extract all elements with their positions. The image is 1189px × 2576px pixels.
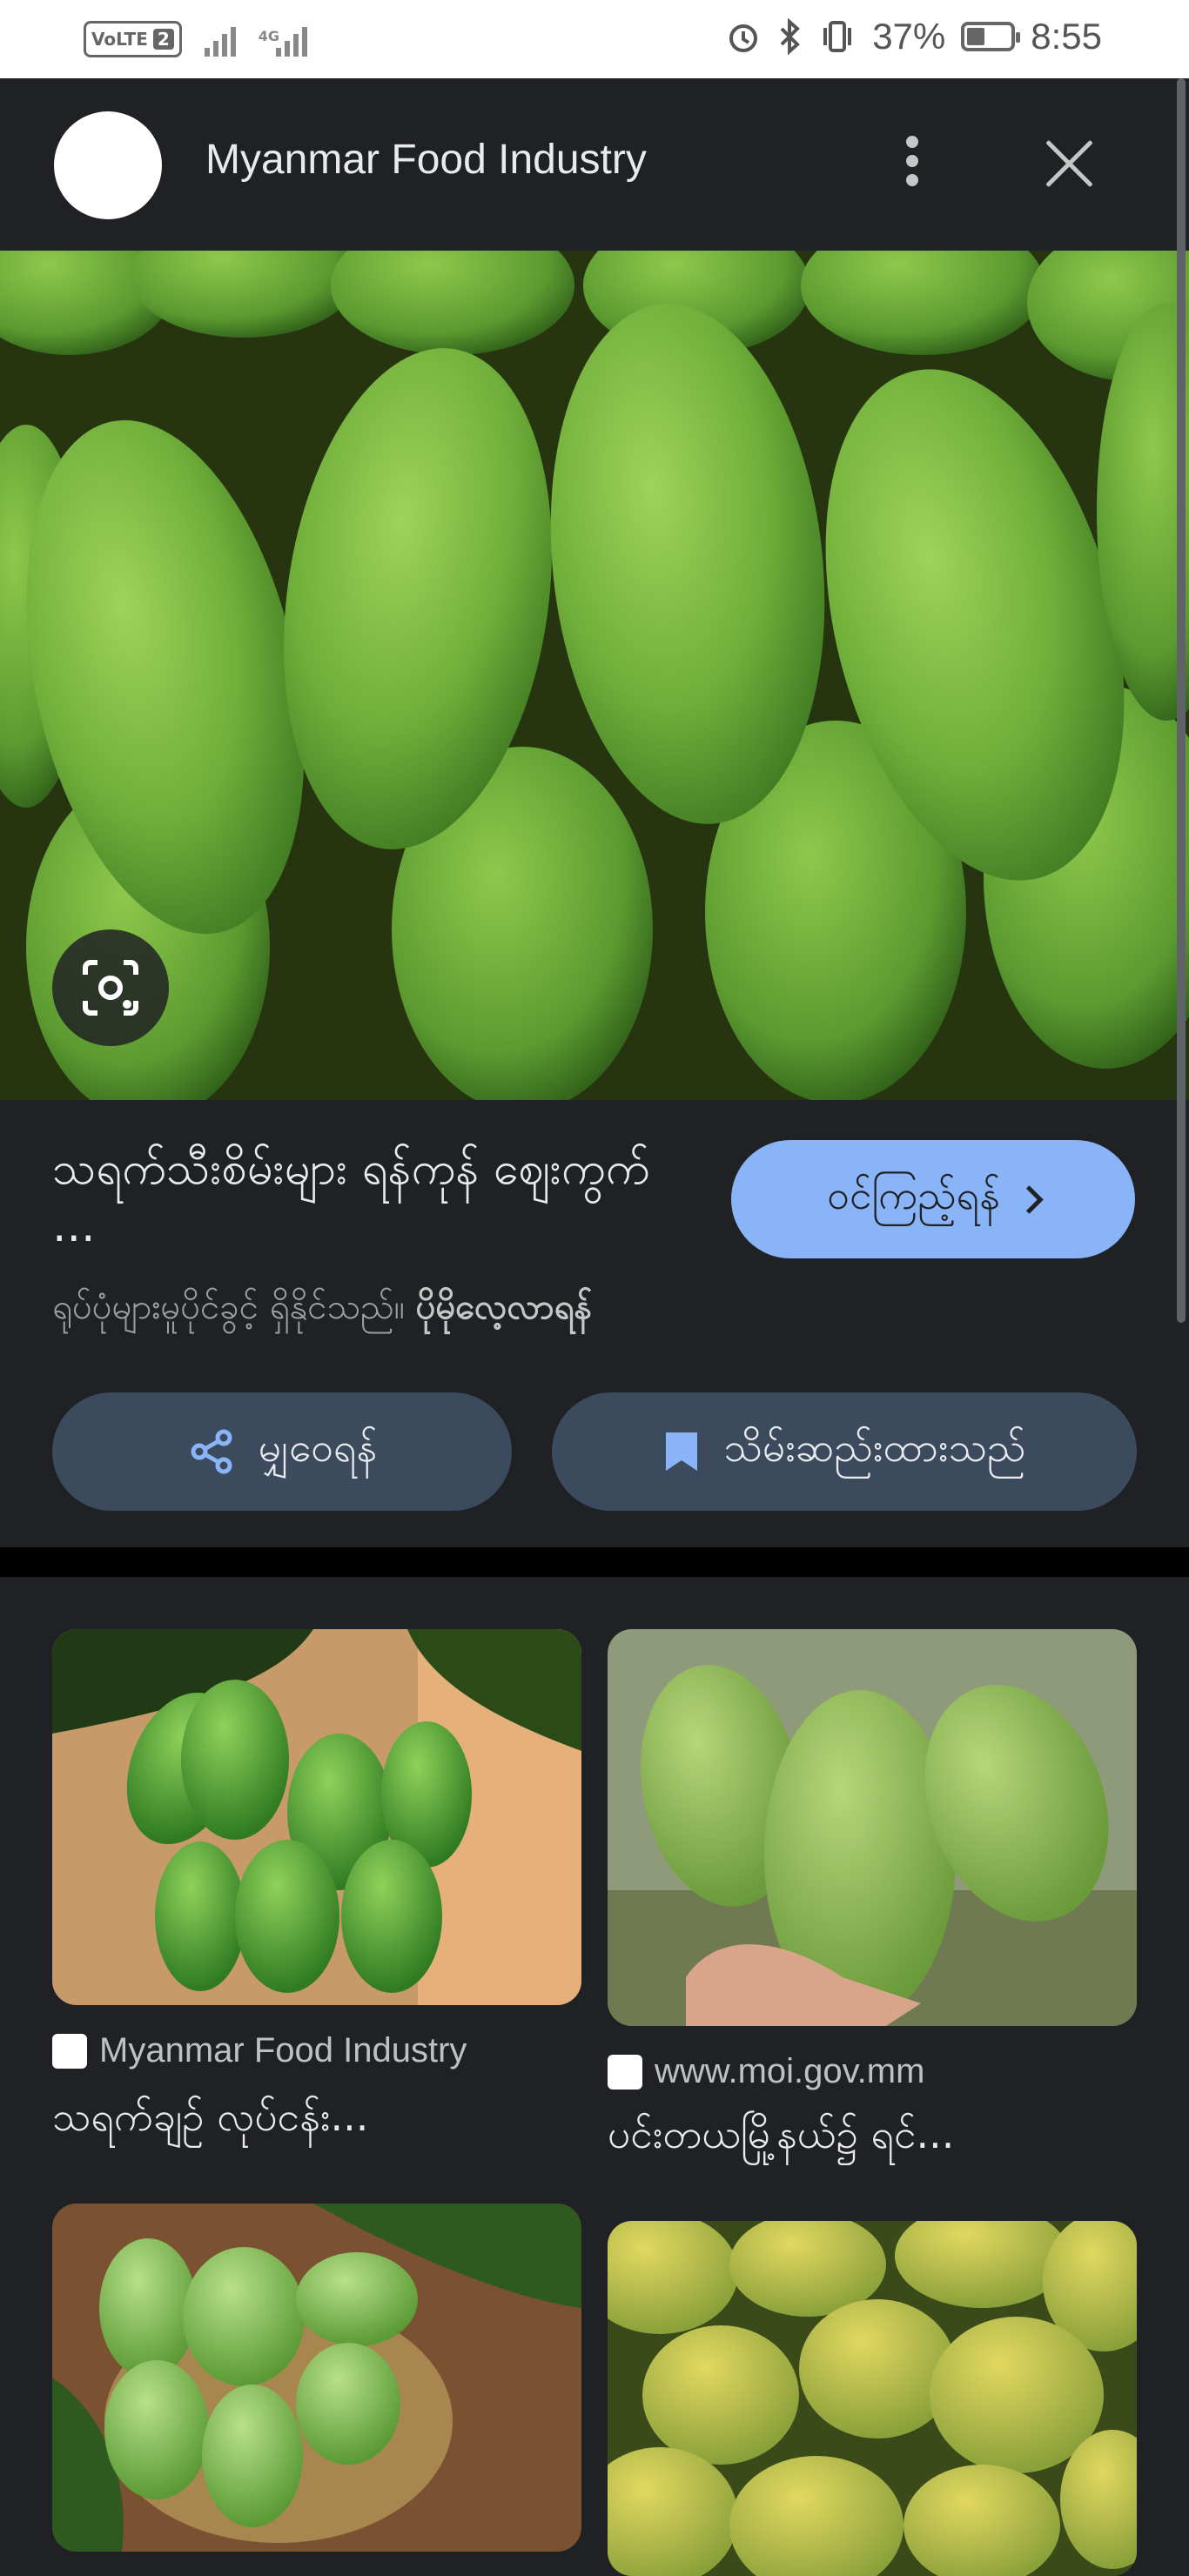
save-button[interactable]: သိမ်းဆည်းထားသည် <box>552 1392 1137 1511</box>
sim-number: 2 <box>152 29 174 50</box>
share-label: မျှဝေရန် <box>258 1423 378 1471</box>
volte-indicator: VoLTE 2 <box>84 21 182 57</box>
bluetooth-icon <box>780 18 801 55</box>
signal-icon-2 <box>276 22 308 57</box>
favicon-icon <box>52 2033 87 2069</box>
clock: 8:55 <box>1031 16 1102 57</box>
network-type: 4G <box>258 28 280 44</box>
battery-percent: 37% <box>872 16 946 57</box>
related-image-1[interactable] <box>52 1629 581 2005</box>
share-button[interactable]: မျှဝေရန် <box>52 1392 512 1511</box>
status-left: VoLTE 2 4G <box>84 21 308 57</box>
lens-icon[interactable] <box>52 929 169 1046</box>
related-source-2[interactable]: www.moi.gov.mm <box>608 2052 924 2091</box>
bookmark-icon <box>666 1432 698 1471</box>
related-image-4[interactable] <box>608 2221 1137 2576</box>
section-divider <box>0 1547 1189 1577</box>
chevron-right-icon <box>1015 1184 1044 1214</box>
copyright-text: ရုပ်ပုံများမူပိုင်ခွင့် ရှိနိုင်သည်။ <box>52 1287 405 1327</box>
visit-button[interactable]: ဝင်ကြည့်ရန် <box>731 1140 1135 1258</box>
source-name: www.moi.gov.mm <box>655 2052 925 2090</box>
favicon-icon <box>608 2054 642 2090</box>
visit-label: ဝင်ကြည့်ရန် <box>827 1171 1000 1218</box>
related-source-1[interactable]: Myanmar Food Industry <box>52 2031 467 2070</box>
related-caption-2[interactable]: ပင်းတယမြို့နယ်၌ ရင်... <box>608 2110 954 2168</box>
status-bar: VoLTE 2 4G 37% 8:55 <box>0 0 1189 78</box>
share-icon <box>191 1429 232 1474</box>
save-label: သိမ်းဆည်းထားသည် <box>723 1423 1026 1471</box>
learn-more-link[interactable]: ပိုမိုလေ့လာရန် <box>416 1287 593 1327</box>
related-image-3[interactable] <box>52 2204 581 2552</box>
close-icon[interactable] <box>1041 136 1097 191</box>
source-avatar[interactable] <box>54 111 162 219</box>
volte-label: VoLTE <box>91 29 148 50</box>
copyright-notice: ရုပ်ပုံများမူပိုင်ခွင့် ရှိနိုင်သည်။ ပို… <box>52 1285 592 1336</box>
source-name: Myanmar Food Industry <box>99 2031 467 2070</box>
status-right: 37% 8:55 <box>726 16 1102 57</box>
related-caption-1[interactable]: သရက်ချဉ် လုပ်ငန်း... <box>52 2092 368 2150</box>
related-image-2[interactable] <box>608 1629 1137 2026</box>
alarm-icon <box>729 24 758 52</box>
result-title[interactable]: သရက်သီးစိမ်းများ ရန်ကုန် ဈေးကွက် ... <box>52 1140 679 1255</box>
signal-icon <box>204 22 236 57</box>
battery-icon <box>961 22 1021 51</box>
scrollbar[interactable] <box>1177 78 1186 1323</box>
app-bar: Myanmar Food Industry <box>0 78 1189 251</box>
source-title: Myanmar Food Industry <box>205 137 647 183</box>
vibrate-icon <box>823 21 852 52</box>
hero-image[interactable] <box>0 251 1189 1100</box>
more-options-icon[interactable] <box>897 131 928 200</box>
